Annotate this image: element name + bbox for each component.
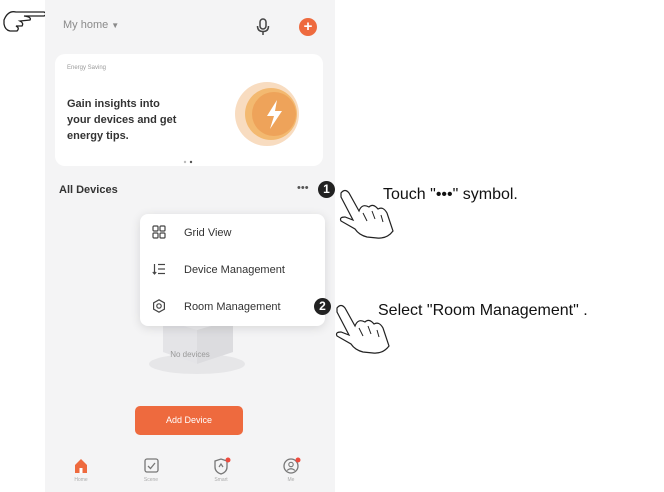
menu-item-label: Grid View	[184, 227, 232, 239]
options-dropdown-menu: Grid View Device Management Room Managem…	[140, 214, 325, 326]
check-square-icon	[144, 458, 159, 473]
home-icon	[75, 459, 87, 473]
more-options-button[interactable]: •••	[297, 182, 309, 194]
home-selector[interactable]: My home ▼	[63, 19, 119, 31]
menu-item-grid-view[interactable]: Grid View	[140, 218, 325, 248]
menu-item-room-management[interactable]: Room Management	[140, 292, 325, 322]
smart-icon	[214, 457, 231, 475]
tab-scene[interactable]: Scene	[135, 455, 167, 483]
banner-tag: Energy Saving	[67, 65, 107, 71]
room-settings-icon	[152, 299, 166, 313]
grid-icon	[152, 225, 166, 239]
tab-me[interactable]: Me	[275, 455, 307, 483]
all-devices-title: All Devices	[59, 184, 118, 196]
microphone-icon[interactable]	[255, 18, 271, 36]
no-devices-text: No devices	[170, 350, 210, 359]
carousel-dots	[180, 152, 200, 170]
menu-item-label: Room Management	[184, 301, 281, 313]
tab-smart[interactable]: Smart	[205, 455, 237, 483]
step-1-badge: 1	[318, 181, 335, 198]
home-selector-label: My home	[63, 19, 109, 31]
chevron-down-icon: ▼	[111, 21, 120, 30]
list-sort-icon	[152, 262, 166, 276]
menu-item-label: Device Management	[184, 264, 285, 276]
pointing-hand-icon	[2, 6, 48, 41]
top-bar: My home ▼ +	[45, 0, 335, 44]
banner-text: Gain insights into your devices and get …	[67, 98, 177, 142]
add-device-button[interactable]: Add Device	[135, 406, 243, 435]
step-2-badge: 2	[314, 298, 331, 315]
step-1-instruction: Touch "•••" symbol.	[383, 186, 518, 203]
step-2-instruction: Select "Room Management" .	[378, 302, 588, 319]
add-plus-button[interactable]: +	[299, 18, 317, 36]
energy-saving-banner[interactable]: Energy Saving Gain insights into your de…	[55, 54, 323, 166]
lightning-bolt-icon	[227, 74, 307, 154]
tab-label: Smart	[214, 477, 228, 483]
tab-home[interactable]: Home	[65, 455, 97, 483]
tab-label: Home	[74, 477, 88, 483]
menu-item-device-management[interactable]: Device Management	[140, 255, 325, 285]
tab-label: Scene	[143, 477, 159, 483]
tab-label: Me	[287, 477, 295, 483]
profile-icon	[283, 457, 301, 474]
